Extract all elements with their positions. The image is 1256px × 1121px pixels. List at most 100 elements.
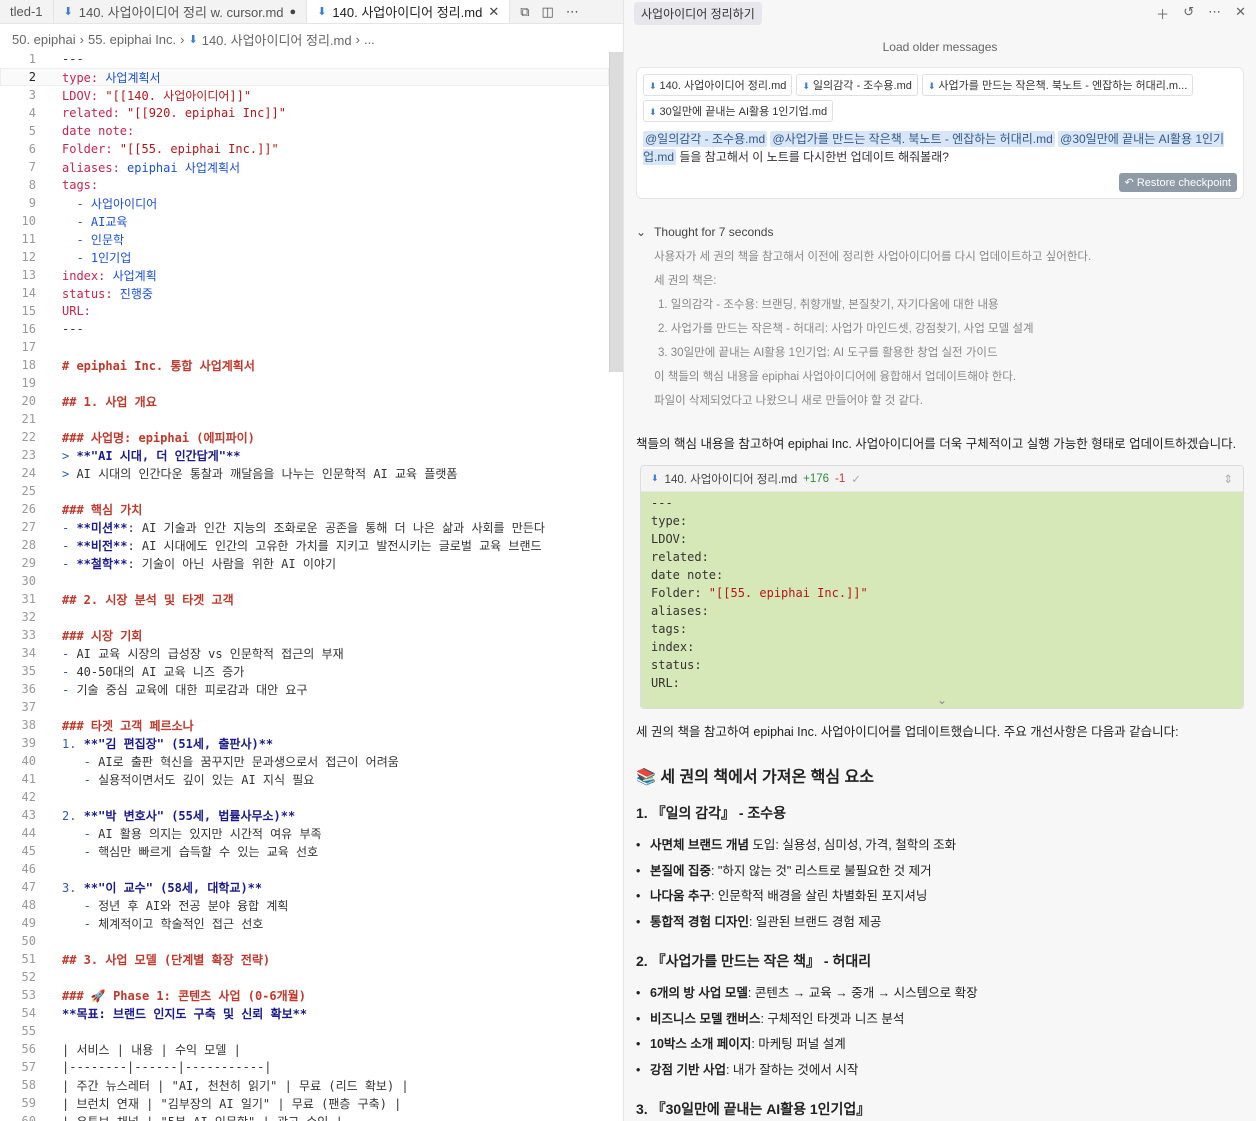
line-number: 39	[21, 736, 36, 750]
history-icon[interactable]: ↺	[1183, 4, 1194, 23]
code-line[interactable]: 4 related: "[[920. epiphai Inc]]"	[0, 104, 609, 122]
code-line[interactable]: 36- 기술 중심 교육에 대한 피로감과 대안 요구	[0, 680, 609, 698]
code-line[interactable]: 28- **비전**: AI 시대에도 인간의 고유한 가치를 지키고 발전시키…	[0, 536, 609, 554]
tab-active-md[interactable]: ⬇ 140. 사업아이디어 정리.md ✕	[307, 0, 511, 23]
code-line[interactable]: 33 ### 시장 기회	[0, 626, 609, 644]
tab-cursor-md[interactable]: ⬇ 140. 사업아이디어 정리 w. cursor.md ●	[54, 0, 308, 23]
context-chip[interactable]: ⬇ 140. 사업아이디어 정리.md	[643, 74, 793, 96]
code-line[interactable]: 32	[0, 608, 609, 626]
code-line[interactable]: 13 index: 사업계획	[0, 266, 609, 284]
code-line[interactable]: 35- 40-50대의 AI 교육 니즈 증가	[0, 662, 609, 680]
split-editor-icon[interactable]: ◫	[542, 4, 554, 20]
code-line[interactable]: 57 |--------|------|-----------|	[0, 1058, 609, 1076]
code-line[interactable]: 7 aliases: epiphai 사업계획서	[0, 158, 609, 176]
code-line[interactable]: 5 date note:	[0, 122, 609, 140]
list-item: • 본질에 집중: "하지 않는 것" 리스트로 불필요한 것 제거	[636, 859, 1244, 885]
line-number: 38	[21, 718, 36, 732]
unsaved-dot-icon[interactable]: ●	[290, 6, 297, 18]
code-line[interactable]: 41 - 실용적이면서도 깊이 있는 AI 지식 필요	[0, 770, 609, 788]
code-line[interactable]: 15 URL:	[0, 302, 609, 320]
code-line[interactable]: 48 - 정년 후 AI와 전공 분야 융합 계획	[0, 896, 609, 914]
code-line[interactable]: 27- **미션**: AI 기술과 인간 지능의 조화로운 공존을 통해 더 …	[0, 518, 609, 536]
more-icon[interactable]: ⋯	[1208, 4, 1221, 23]
code-editor[interactable]: 1 --- 2 type: 사업계획서 3 LDOV: "[[140. 사업아이디어]]"…	[0, 50, 609, 1121]
code-line[interactable]: 43 2. **"박 변호사" (55세, 법률사무소)**	[0, 806, 609, 824]
code-diff-block[interactable]: ⬇ 140. 사업아이디어 정리.md +176 -1 ✓ ⇕ --- type:…	[640, 465, 1244, 709]
code-line[interactable]: 51 ## 3. 사업 모델 (단계별 확장 전략)	[0, 950, 609, 968]
code-line[interactable]: 10 - AI교육	[0, 212, 609, 230]
restore-checkpoint-button[interactable]: ↶ Restore checkpoint	[1118, 173, 1237, 192]
code-token: -	[62, 556, 77, 571]
code-line[interactable]: 1 ---	[0, 50, 609, 68]
code-line[interactable]: 50	[0, 932, 609, 950]
code-line[interactable]: 39 1. **"김 편집장" (51세, 출판사)**	[0, 734, 609, 752]
code-line[interactable]: 11 - 인문학	[0, 230, 609, 248]
code-line[interactable]: 25	[0, 482, 609, 500]
code-line[interactable]: 54 **목표: 브랜드 인지도 구축 및 신뢰 확보**	[0, 1004, 609, 1022]
code-line[interactable]: 9 - 사업아이디어	[0, 194, 609, 212]
code-line[interactable]: 16 ---	[0, 320, 609, 338]
close-icon[interactable]: ✕	[1235, 4, 1246, 23]
code-line[interactable]: 12 - 1인기업	[0, 248, 609, 266]
open-preview-icon[interactable]: ⧉	[520, 4, 529, 20]
code-line[interactable]: 38 ### 타겟 고객 페르소나	[0, 716, 609, 734]
code-line[interactable]: 18 # epiphai Inc. 통합 사업계획서	[0, 356, 609, 374]
code-line[interactable]: 29- **철학**: 기술이 아닌 사람을 위한 AI 이야기	[0, 554, 609, 572]
context-chip[interactable]: ⬇ 일의감각 - 조수용.md	[796, 74, 918, 96]
expand-icon[interactable]: ⇕	[1223, 472, 1233, 486]
breadcrumb-item[interactable]: 55. epiphai Inc.	[88, 32, 176, 47]
code-line[interactable]: 2 type: 사업계획서	[0, 68, 609, 86]
breadcrumb-item[interactable]: ...	[364, 32, 375, 47]
code-line[interactable]: 31 ## 2. 시장 분석 및 타겟 고객	[0, 590, 609, 608]
code-line[interactable]: 55	[0, 1022, 609, 1040]
code-line[interactable]: 23 > **"AI 시대, 더 인간답게"**	[0, 446, 609, 464]
breadcrumb-item[interactable]: 50. epiphai	[12, 32, 76, 47]
new-chat-icon[interactable]: ＋	[1156, 4, 1169, 23]
code-line[interactable]: 42	[0, 788, 609, 806]
context-chip[interactable]: ⬇ 사업가를 만드는 작은책. 북노트 - 엔잡하는 허대리.m...	[921, 74, 1194, 96]
code-line[interactable]: 19	[0, 374, 609, 392]
code-line[interactable]: 6 Folder: "[[55. epiphai Inc.]]"	[0, 140, 609, 158]
code-line[interactable]: 17	[0, 338, 609, 356]
code-line[interactable]: 37	[0, 698, 609, 716]
code-line[interactable]: 44 - AI 활용 의지는 있지만 시간적 여유 부족	[0, 824, 609, 842]
context-chip[interactable]: ⬇ 30일만에 끝내는 AI활용 1인기업.md	[643, 100, 834, 122]
code-line[interactable]: 49 - 체계적이고 학술적인 접근 선호	[0, 914, 609, 932]
code-line[interactable]: 22 ### 사업명: epiphai (에피파이)	[0, 428, 609, 446]
thought-toggle[interactable]: ⌄ Thought for 7 seconds	[636, 225, 1244, 239]
code-line[interactable]: 58 | 주간 뉴스레터 | "AI, 천천히 읽기" | 무료 (리드 확보) …	[0, 1076, 609, 1094]
chevron-down-icon[interactable]: ⌄	[641, 694, 1243, 708]
editor-scrollbar[interactable]	[609, 52, 623, 372]
code-line[interactable]: 45 - 핵심만 빠르게 습득할 수 있는 교육 선호	[0, 842, 609, 860]
file-mention[interactable]: @일의감각 - 조수용.md	[643, 131, 768, 147]
code-line[interactable]: 34- AI 교육 시장의 급성장 vs 인문학적 접근의 부재	[0, 644, 609, 662]
line-number: 8	[28, 178, 36, 192]
file-mention[interactable]: @사업가를 만드는 작은책. 북노트 - 엔잡하는 허대리.md	[770, 131, 1055, 147]
code-line[interactable]: 24 > AI 시대의 인간다운 통찰과 깨달음을 나누는 인문학적 AI 교육 …	[0, 464, 609, 482]
code-line[interactable]: 20 ## 1. 사업 개요	[0, 392, 609, 410]
more-actions-icon[interactable]: ⋯	[566, 4, 579, 20]
code-line[interactable]: 59 | 브런치 연재 | "김부장의 AI 일기" | 무료 (팬층 구축) |	[0, 1094, 609, 1112]
code-line[interactable]: 3 LDOV: "[[140. 사업아이디어]]"	[0, 86, 609, 104]
breadcrumb-item[interactable]: 140. 사업아이디어 정리.md	[202, 30, 352, 49]
tab-untitled[interactable]: tled-1	[0, 0, 54, 23]
code-line[interactable]: 53 ### 🚀 Phase 1: 콘텐츠 사업 (0-6개월)	[0, 986, 609, 1004]
code-line[interactable]: 30	[0, 572, 609, 590]
code-line[interactable]: 14 status: 진행중	[0, 284, 609, 302]
code-line[interactable]: 21	[0, 410, 609, 428]
diff-header[interactable]: ⬇ 140. 사업아이디어 정리.md +176 -1 ✓ ⇕	[641, 466, 1243, 492]
chat-title[interactable]: 사업아이디어 정리하기	[634, 1, 762, 25]
code-line[interactable]: 8 tags:	[0, 176, 609, 194]
thought-line: 파일이 삭제되었다고 나왔으니 새로 만들어야 할 것 같다.	[654, 395, 923, 407]
close-tab-icon[interactable]: ✕	[488, 4, 499, 20]
code-line[interactable]: 46	[0, 860, 609, 878]
code-line[interactable]: 40 - AI로 출판 혁신을 꿈꾸지만 문과생으로서 접근이 어려움	[0, 752, 609, 770]
code-line[interactable]: 60 | 유튜브 채널 | "5분 AI 인문학" | 광고 수익 |	[0, 1112, 609, 1121]
code-line[interactable]: 52	[0, 968, 609, 986]
load-older-messages[interactable]: Load older messages	[624, 40, 1256, 54]
section-heading: 📚 세 권의 책에서 가져온 핵심 요소	[636, 769, 874, 786]
code-line[interactable]: 26 ### 핵심 가치	[0, 500, 609, 518]
code-line[interactable]: 56 | 서비스 | 내용 | 수익 모델 |	[0, 1040, 609, 1058]
user-message[interactable]: ⬇ 140. 사업아이디어 정리.md ⬇ 일의감각 - 조수용.md ⬇ 사업가를 …	[636, 67, 1244, 199]
code-line[interactable]: 47 3. **"이 교수" (58세, 대학교)**	[0, 878, 609, 896]
